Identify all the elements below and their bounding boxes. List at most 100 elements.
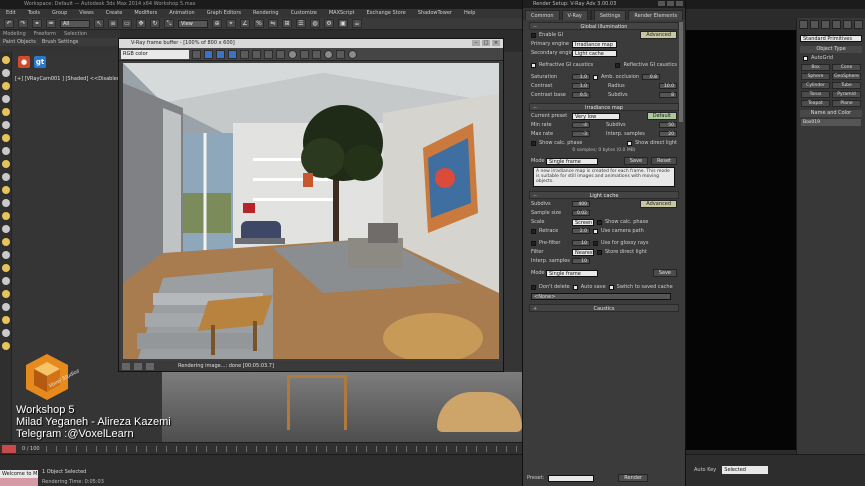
tab-vray[interactable]: V-Ray [561, 10, 588, 20]
red-channel-icon[interactable] [204, 49, 213, 59]
max-rate-spinner[interactable]: -3 [572, 131, 590, 137]
tool-icon[interactable] [2, 212, 10, 220]
mono-icon[interactable] [252, 49, 261, 59]
plugin-icon[interactable]: ● [18, 56, 30, 68]
history-icon[interactable] [336, 49, 345, 59]
move-icon[interactable]: ✥ [136, 19, 146, 28]
ribbon-brush-settings[interactable]: Brush Settings [42, 39, 79, 45]
utilities-tab-icon[interactable] [854, 20, 863, 29]
render-setup-scrollbar[interactable] [679, 22, 683, 122]
sphere-button[interactable]: Sphere [801, 73, 830, 80]
show-calc-phase-checkbox[interactable] [531, 140, 536, 146]
irr-reset-button[interactable]: Reset [651, 157, 677, 165]
region-select-icon[interactable]: ▭ [122, 19, 132, 28]
tool-icon[interactable] [2, 69, 10, 77]
tool-icon[interactable] [2, 121, 10, 129]
menu-group[interactable]: Group [46, 9, 73, 18]
scale-dropdown[interactable]: Screen [572, 218, 594, 226]
timeline[interactable]: 0 / 100 [0, 442, 525, 454]
secondary-engine-dropdown[interactable]: Light cache [572, 49, 617, 57]
contrast-base-spinner[interactable]: 0.5 [572, 92, 590, 98]
reflective-caustics-checkbox[interactable] [615, 62, 621, 68]
geosphere-button[interactable]: GeoSphere [832, 73, 861, 80]
gi-advanced-button[interactable]: Advanced [640, 31, 677, 39]
create-tab-icon[interactable] [799, 20, 808, 29]
irr-save-button[interactable]: Save [623, 157, 649, 165]
clear-icon[interactable] [300, 49, 309, 59]
prefilter-checkbox[interactable] [531, 240, 536, 246]
render-button[interactable]: Render [618, 474, 649, 482]
retrace-checkbox[interactable] [531, 228, 536, 234]
tool-icon[interactable] [2, 290, 10, 298]
store-direct-light-checkbox[interactable] [597, 249, 602, 255]
tool-icon[interactable] [2, 303, 10, 311]
menu-views[interactable]: Views [73, 9, 99, 18]
pyramid-button[interactable]: Pyramid [832, 91, 861, 98]
tool-icon[interactable] [2, 95, 10, 103]
tool-icon[interactable] [2, 108, 10, 116]
default-mode-button[interactable]: Default [646, 112, 677, 120]
maximize-icon[interactable]: □ [482, 40, 490, 46]
modify-tab-icon[interactable] [810, 20, 819, 29]
save-icon[interactable] [264, 49, 273, 59]
lens-effects-icon[interactable] [122, 362, 130, 370]
auto-key-button[interactable]: Auto Key [694, 467, 716, 473]
render-setup-titlebar[interactable]: Render Setup: V-Ray Adv 3.00.03 [523, 0, 685, 8]
ribbon-paint-objects[interactable]: Paint Objects [3, 39, 36, 45]
lc-mode-dropdown[interactable]: Single frame [546, 269, 598, 277]
tool-icon[interactable] [2, 225, 10, 233]
undo-icon[interactable]: ↶ [4, 19, 14, 28]
tool-icon[interactable] [2, 82, 10, 90]
menu-modifiers[interactable]: Modifiers [128, 9, 163, 18]
menu-create[interactable]: Create [100, 9, 129, 18]
retrace-spinner[interactable]: 2.0 [572, 228, 590, 234]
lc-subdivs-spinner[interactable]: 400 [572, 201, 590, 207]
close-icon[interactable] [676, 1, 683, 6]
lc-save-button[interactable]: Save [652, 269, 677, 277]
primitive-type-dropdown[interactable]: Standard Primitives [800, 35, 862, 42]
redo-icon[interactable]: ↷ [18, 19, 28, 28]
gi-subdivs-spinner[interactable]: 8 [659, 92, 677, 98]
vray-frame-buffer-window[interactable]: V-Ray frame buffer - [100% of 800 x 600]… [118, 38, 504, 372]
tool-icon[interactable] [2, 342, 10, 350]
prefilter-spinner[interactable]: 10 [572, 240, 590, 246]
light-cache-header[interactable]: − Light cache [529, 191, 679, 199]
min-rate-spinner[interactable]: -4 [572, 122, 590, 128]
dont-delete-checkbox[interactable] [531, 284, 536, 290]
amb-occlusion-checkbox[interactable] [593, 74, 598, 80]
menu-maxscript[interactable]: MAXScript [323, 9, 361, 18]
minimize-icon[interactable]: – [472, 40, 480, 46]
blue-channel-icon[interactable] [228, 49, 237, 59]
align-icon[interactable]: ⊞ [282, 19, 292, 28]
tab-settings[interactable]: Settings [593, 10, 627, 20]
material-editor-icon[interactable]: ◍ [310, 19, 320, 28]
tool-icon[interactable] [2, 173, 10, 181]
tool-icon[interactable] [2, 277, 10, 285]
tab-render-elements[interactable]: Render Elements [628, 10, 684, 20]
torus-button[interactable]: Torus [801, 91, 830, 98]
tool-icon[interactable] [2, 329, 10, 337]
menu-exchange-store[interactable]: Exchange Store [361, 9, 412, 18]
menu-help[interactable]: Help [458, 9, 481, 18]
tool-icon[interactable] [2, 264, 10, 272]
region-render-icon[interactable] [312, 49, 321, 59]
tool-icon[interactable] [2, 251, 10, 259]
lc-show-calc-checkbox[interactable] [597, 219, 602, 225]
box-button[interactable]: Box [801, 64, 830, 71]
caustics-header[interactable]: + Caustics [529, 304, 679, 312]
render-last-icon[interactable] [324, 49, 333, 59]
object-name-field[interactable]: Box019 [801, 119, 861, 126]
timeline-track[interactable] [45, 445, 519, 452]
irr-mode-dropdown[interactable]: Single frame [546, 157, 598, 165]
contrast-spinner[interactable]: 1.0 [572, 83, 590, 89]
enable-gi-checkbox[interactable] [531, 32, 536, 38]
tool-icon[interactable] [2, 160, 10, 168]
sample-size-spinner[interactable]: 0.02 [572, 210, 590, 216]
percent-snap-icon[interactable]: % [254, 19, 264, 28]
tool-icon[interactable] [2, 147, 10, 155]
gt-plugin-icon[interactable]: gt [34, 56, 46, 68]
maximize-icon[interactable] [667, 1, 674, 6]
menu-graph-editors[interactable]: Graph Editors [201, 9, 247, 18]
amb-occlusion-spinner[interactable]: 0.8 [641, 74, 660, 80]
autogrid-checkbox[interactable] [803, 55, 808, 61]
